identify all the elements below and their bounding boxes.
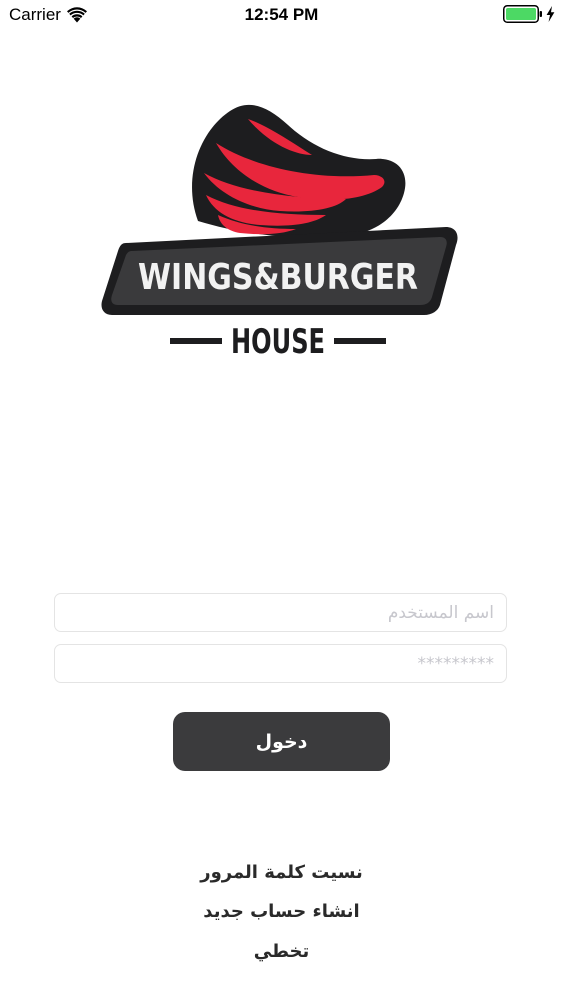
create-account-link[interactable]: انشاء حساب جديد: [0, 899, 563, 925]
password-field[interactable]: [54, 644, 507, 683]
login-button[interactable]: دخول: [173, 712, 390, 771]
brand-logo: WINGS&BURGER HOUSE: [100, 95, 463, 370]
battery-full-icon: [503, 5, 542, 23]
status-time: 12:54 PM: [244, 5, 319, 24]
brand-logo-graphic: WINGS&BURGER HOUSE: [101, 104, 458, 362]
logo-subtitle: HOUSE: [231, 322, 325, 362]
username-field[interactable]: [54, 593, 507, 632]
password-input[interactable]: [55, 645, 506, 682]
charging-bolt-icon: [546, 6, 555, 22]
forgot-password-link[interactable]: نسيت كلمة المرور: [0, 860, 563, 886]
battery-indicator: [503, 5, 555, 23]
status-bar: Carrier 12:54 PM: [0, 0, 563, 30]
logo-wordmark: WINGS&BURGER: [138, 257, 418, 298]
skip-link[interactable]: تخطي: [0, 939, 563, 965]
username-input[interactable]: [55, 594, 506, 631]
